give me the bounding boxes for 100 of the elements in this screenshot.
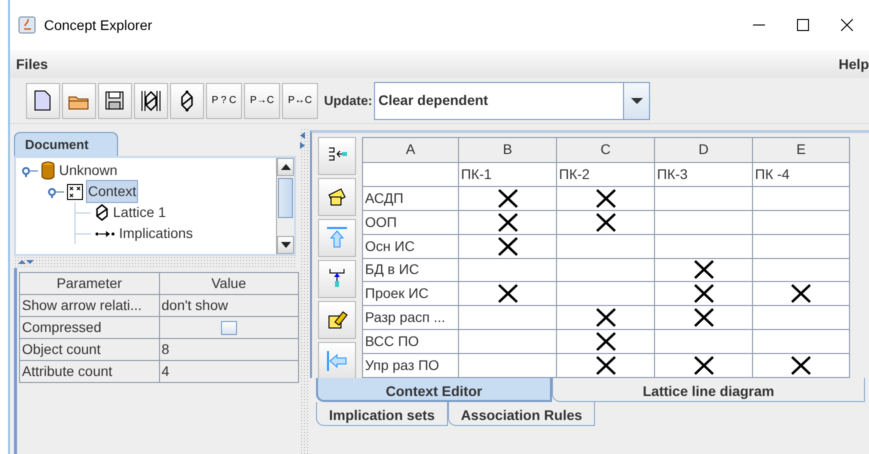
left-arrow-icon[interactable]	[325, 349, 349, 373]
view-tab[interactable]: Association Rules	[448, 402, 596, 426]
cross-icon	[692, 356, 714, 376]
incidence-cell[interactable]	[752, 210, 850, 234]
table-cell: don't show	[159, 294, 298, 316]
table-cell: Show arrow relati...	[20, 294, 159, 316]
up-arrow-icon[interactable]	[325, 226, 349, 250]
scrollbar-thumb[interactable]	[278, 178, 293, 218]
close-icon[interactable]	[841, 19, 853, 31]
object-cell[interactable]: Разр расп ...	[362, 306, 458, 330]
menu-item[interactable]: Files	[16, 54, 48, 74]
incidence-cell[interactable]	[458, 258, 556, 282]
toolbar-button[interactable]: P↔C	[282, 82, 318, 118]
object-cell[interactable]: ВСС ПО	[362, 330, 458, 354]
cross-icon	[496, 236, 518, 256]
cross-icon	[790, 284, 812, 304]
incidence-cell[interactable]	[654, 210, 752, 234]
caret-icon	[630, 96, 643, 104]
app-icon	[18, 16, 36, 34]
tree-item[interactable]: Implications	[118, 223, 194, 244]
table-cell: 4	[159, 360, 298, 382]
incidence-cell[interactable]	[556, 306, 654, 330]
incidence-cell[interactable]	[752, 306, 850, 330]
object-cell[interactable]: Осн ИС	[362, 234, 458, 258]
incidence-cell[interactable]	[752, 258, 850, 282]
view-tab[interactable]: Implication sets	[316, 402, 448, 426]
incidence-cell[interactable]	[556, 234, 654, 258]
column-header: Parameter	[20, 272, 159, 294]
attribute-cell[interactable]: ПК-1	[458, 162, 556, 186]
column-header: A	[362, 138, 458, 162]
tree-connector-line	[74, 223, 92, 244]
attribute-cell[interactable]: ПК -4	[752, 162, 850, 186]
object-cell[interactable]: ООП	[362, 210, 458, 234]
scroll-down-icon[interactable]	[280, 242, 290, 248]
update-label: Update:	[324, 92, 372, 110]
window-title: Concept Explorer	[44, 16, 154, 35]
incidence-cell[interactable]	[556, 258, 654, 282]
column-header: E	[752, 138, 850, 162]
incidence-cell[interactable]	[458, 306, 556, 330]
incidence-cell[interactable]	[654, 234, 752, 258]
incidence-cell[interactable]	[556, 210, 654, 234]
cross-icon	[594, 188, 616, 208]
column-header: Value	[159, 272, 298, 294]
table-cell: Attribute count	[20, 360, 159, 382]
menu-item[interactable]: Help	[838, 54, 869, 74]
database-icon	[41, 161, 55, 180]
object-cell[interactable]: БД в ИС	[362, 258, 458, 282]
tree-item[interactable]: Lattice 1	[112, 202, 167, 223]
attribute-cell[interactable]: ПК-2	[556, 162, 654, 186]
toolbar-button[interactable]: P ? C	[206, 82, 242, 118]
incidence-cell[interactable]	[654, 186, 752, 210]
table-cell: 8	[159, 338, 298, 360]
collapse-arrows-icon[interactable]	[300, 132, 306, 150]
incidence-cell[interactable]	[654, 282, 752, 306]
incidence-cell[interactable]	[458, 234, 556, 258]
incidence-cell[interactable]	[458, 210, 556, 234]
cross-icon	[496, 188, 518, 208]
cross-icon	[496, 212, 518, 232]
incidence-cell[interactable]	[458, 282, 556, 306]
implication-arrow-icon	[95, 228, 115, 238]
checkbox[interactable]	[220, 321, 237, 336]
lattice-icon[interactable]	[139, 88, 163, 112]
column-header: B	[458, 138, 556, 162]
cross-icon	[692, 260, 714, 280]
cross-icon	[790, 356, 812, 376]
splitter-arrows-icon[interactable]	[18, 259, 34, 265]
update-dropdown[interactable]: Clear dependent	[374, 82, 650, 120]
object-cell[interactable]: АСДП	[362, 186, 458, 210]
incidence-cell[interactable]	[556, 330, 654, 354]
grid-icon	[67, 184, 83, 200]
incidence-cell[interactable]	[752, 234, 850, 258]
incidence-cell[interactable]	[752, 282, 850, 306]
incidence-cell[interactable]	[458, 186, 556, 210]
incidence-cell[interactable]	[556, 186, 654, 210]
expand-handle-icon[interactable]	[48, 186, 64, 198]
incidence-cell[interactable]	[752, 330, 850, 354]
incidence-cell[interactable]	[654, 258, 752, 282]
document-tab[interactable]: Document	[14, 132, 118, 156]
cross-icon	[594, 332, 616, 352]
view-tab[interactable]: Context Editor	[316, 378, 552, 402]
table-cell: Compressed	[20, 316, 159, 338]
incidence-cell[interactable]	[654, 306, 752, 330]
incidence-cell[interactable]	[556, 282, 654, 306]
incidence-cell[interactable]	[654, 330, 752, 354]
toolbar-button[interactable]: P→C	[244, 82, 280, 118]
view-tab[interactable]: Lattice line diagram	[552, 378, 865, 402]
tree-item[interactable]: Unknown	[58, 160, 118, 181]
table-cell: Object count	[20, 338, 159, 360]
attribute-cell[interactable]: ПК-3	[654, 162, 752, 186]
incidence-cell[interactable]	[752, 186, 850, 210]
maximize-icon[interactable]	[797, 19, 809, 31]
cross-icon	[594, 212, 616, 232]
cross-icon	[692, 308, 714, 328]
cross-icon	[594, 356, 616, 376]
tree-item[interactable]: Context	[86, 180, 138, 203]
scroll-up-icon[interactable]	[280, 164, 290, 170]
object-cell[interactable]: Проек ИС	[362, 282, 458, 306]
expand-handle-icon[interactable]	[22, 164, 38, 176]
incidence-cell[interactable]	[458, 330, 556, 354]
column-header: D	[654, 138, 752, 162]
